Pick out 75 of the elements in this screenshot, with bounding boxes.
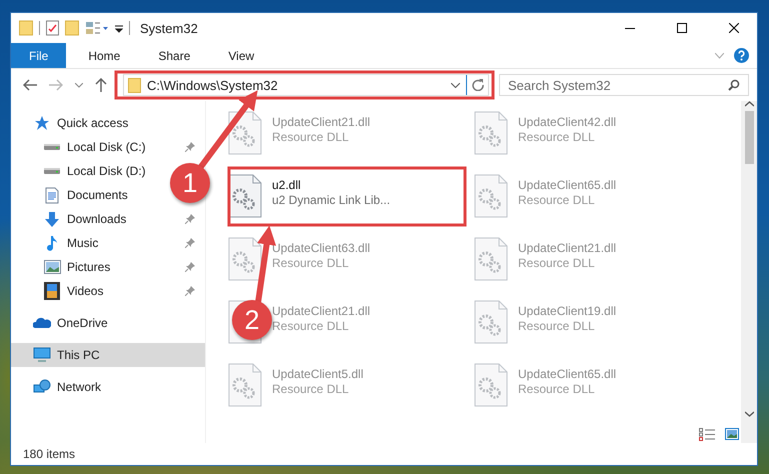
dll-file-icon — [228, 174, 262, 218]
file-type: Resource DLL — [518, 319, 596, 333]
dll-file-icon — [474, 174, 508, 218]
star-icon — [34, 115, 50, 131]
dll-file-icon — [228, 237, 262, 281]
file-type: Resource DLL — [272, 382, 350, 396]
navigation-item[interactable]: Downloads — [67, 212, 126, 226]
navigation-item[interactable]: Music — [67, 236, 120, 250]
dll-file-icon — [474, 363, 508, 407]
folder-icon — [128, 78, 141, 92]
dll-file-icon — [228, 111, 262, 155]
monitor-icon — [33, 347, 51, 363]
document-icon — [45, 186, 59, 204]
file-name[interactable]: u2.dll — [272, 178, 390, 192]
ribbon-tab[interactable]: Share — [142, 43, 206, 68]
navigation-item[interactable]: This PC — [11, 343, 205, 367]
file-type: Resource DLL — [272, 130, 350, 144]
ribbon-tab[interactable]: View — [212, 43, 270, 68]
back-arrow-icon[interactable] — [23, 79, 37, 91]
dll-file-icon — [474, 300, 508, 344]
pin-icon[interactable] — [185, 142, 195, 152]
expand-ribbon-chevron-icon[interactable] — [715, 52, 724, 58]
pin-icon[interactable] — [185, 286, 195, 296]
pin-icon[interactable] — [185, 214, 195, 224]
drive-icon — [44, 168, 60, 174]
file-type: u2 Dynamic Link Lib... — [272, 193, 390, 207]
window-title: System32 — [140, 20, 198, 36]
navigation-item[interactable]: Local Disk (C:) — [67, 140, 146, 154]
large-icons-view-icon[interactable] — [725, 428, 739, 440]
file-type: Resource DLL — [518, 256, 596, 270]
file-type: Resource DLL — [272, 256, 350, 270]
ribbon-tab[interactable]: File — [11, 43, 66, 68]
file-type: Resource DLL — [272, 319, 350, 333]
properties-checklist-icon[interactable] — [46, 20, 59, 36]
drive-icon — [44, 144, 60, 150]
music-note-icon — [46, 234, 58, 252]
dll-file-icon — [474, 237, 508, 281]
help-icon[interactable] — [734, 48, 749, 63]
navigation-item[interactable]: Videos — [67, 284, 120, 298]
navigation-item[interactable]: Network — [57, 380, 123, 394]
file-type: Resource DLL — [518, 130, 596, 144]
cloud-icon — [33, 317, 51, 329]
ribbon-tab[interactable]: Home — [72, 43, 136, 68]
close-icon — [729, 23, 739, 33]
navigation-item[interactable]: OneDrive — [57, 316, 123, 330]
film-strip-icon — [44, 282, 60, 300]
dll-file-icon — [228, 363, 262, 407]
vertical-scrollbar[interactable] — [741, 101, 757, 443]
navigation-item[interactable]: Local Disk (D:) — [67, 164, 146, 178]
customize-toolbar-icon[interactable] — [115, 23, 123, 33]
dropdown-caret-icon[interactable] — [451, 82, 460, 88]
item-count: 180 items — [22, 446, 76, 463]
search-field[interactable]: Search System32 — [499, 74, 749, 96]
pin-icon[interactable] — [185, 262, 195, 272]
recent-locations-caret-icon[interactable] — [75, 82, 83, 88]
download-arrow-icon — [44, 210, 60, 228]
network-globe-icon — [33, 379, 51, 395]
details-view-icon[interactable] — [699, 428, 715, 441]
address-bar[interactable]: C:\Windows\System32 — [123, 74, 489, 96]
scroll-down-icon[interactable] — [744, 411, 754, 417]
navigation-item[interactable]: Pictures — [67, 260, 120, 274]
maximize-icon — [677, 23, 687, 33]
scroll-up-icon[interactable] — [744, 101, 754, 107]
refresh-icon — [472, 79, 484, 91]
search-icon — [728, 79, 740, 91]
file-type: Resource DLL — [518, 382, 596, 396]
picture-frame-icon — [44, 260, 60, 274]
scrollbar-thumb[interactable] — [744, 111, 754, 164]
layout-dropdown-icon[interactable] — [85, 20, 109, 36]
pin-icon[interactable] — [185, 238, 195, 248]
navigation-item[interactable]: Quick access — [57, 116, 128, 130]
up-arrow-icon[interactable] — [95, 78, 107, 92]
file-type: Resource DLL — [518, 193, 596, 207]
navigation-item[interactable]: Documents — [67, 188, 128, 202]
dll-file-icon — [474, 111, 508, 155]
